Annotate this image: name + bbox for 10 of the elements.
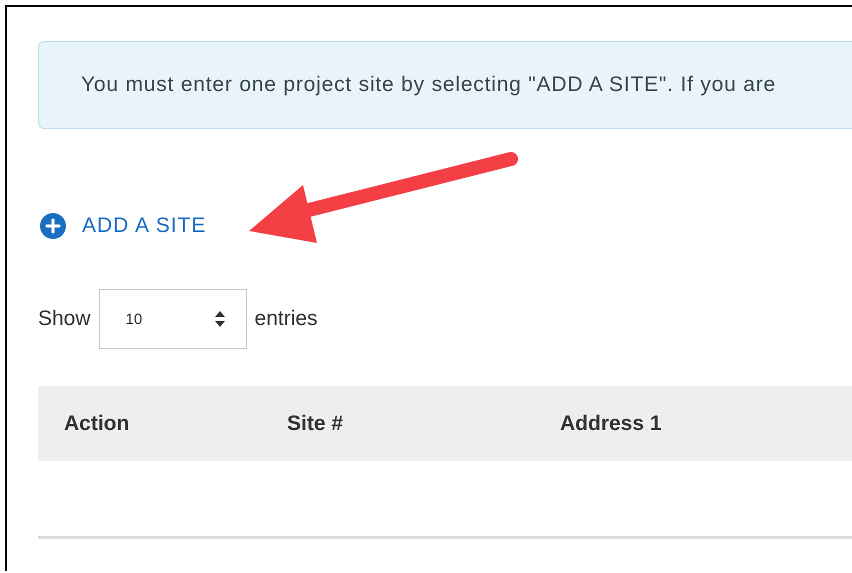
column-header[interactable]: Action	[64, 412, 130, 436]
add-site-link[interactable]: ADD A SITE	[40, 213, 206, 239]
page-length-select[interactable]: 10	[98, 289, 247, 349]
show-label: Show	[38, 307, 91, 331]
column-header[interactable]: Site #	[287, 412, 344, 436]
plus-circle-icon	[40, 213, 66, 239]
sort-arrows-icon	[214, 310, 226, 328]
notice-text: You must enter one project site by selecting "ADD A SITE". If you are	[81, 73, 776, 97]
entries-label: entries	[254, 307, 318, 331]
column-header[interactable]: Address 1	[560, 412, 662, 436]
